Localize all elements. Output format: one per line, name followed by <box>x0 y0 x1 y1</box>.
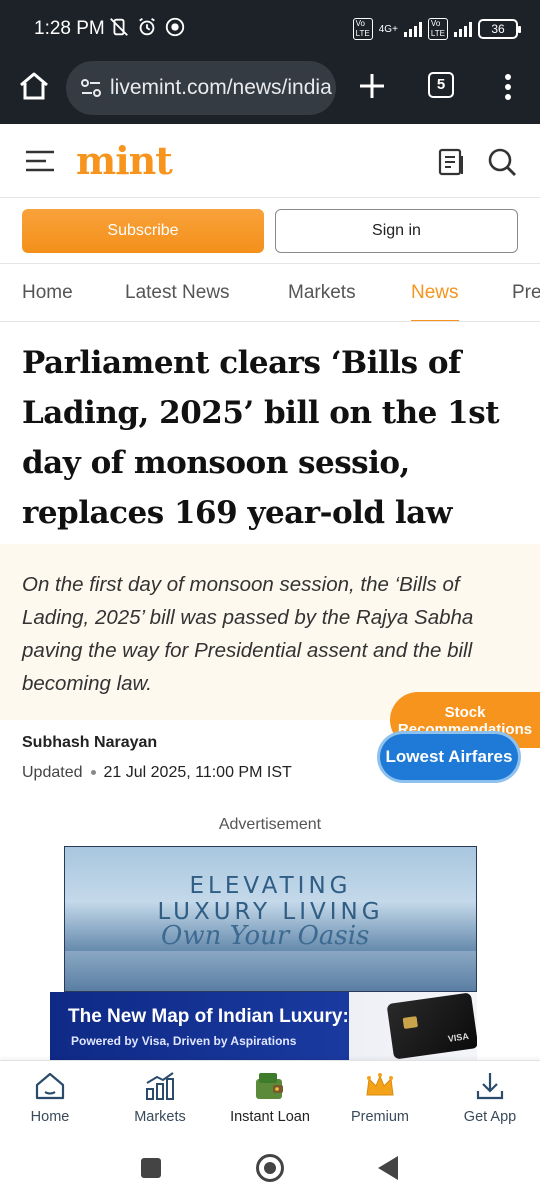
ad-banner[interactable]: ELEVATING LUXURY LIVING Own Your Oasis <box>64 846 477 992</box>
subscribe-row: Subscribe Sign in <box>0 198 540 264</box>
article-headline: Parliament clears ‘Bills of Lading, 2025… <box>22 345 500 531</box>
ad-strip-title: The New Map of Indian Luxury: <box>68 1006 349 1027</box>
updated-date: 21 Jul 2025, 11:00 PM IST <box>103 764 292 781</box>
bottom-nav-premium[interactable]: Premium <box>330 1069 430 1125</box>
network-type: 4G+ <box>378 23 398 35</box>
subscribe-button[interactable]: Subscribe <box>22 209 264 253</box>
bottom-nav: Home Markets Instant Loan Premium Get Ap… <box>0 1060 540 1136</box>
url-text[interactable]: livemint.com/news/india <box>110 76 332 100</box>
bottom-nav-home-label: Home <box>30 1109 70 1125</box>
status-icons <box>108 16 186 38</box>
bottom-nav-instant-loan-label: Instant Loan <box>230 1109 310 1125</box>
author-name[interactable]: Subhash Narayan <box>22 734 157 752</box>
address-bar[interactable]: livemint.com/news/india <box>66 61 336 115</box>
status-time: 1:28 PM <box>34 18 105 39</box>
signal-icon <box>403 21 422 37</box>
ad-label: Advertisement <box>218 816 322 833</box>
ad-strip-banner[interactable]: The New Map of Indian Luxury: Powered by… <box>50 992 477 1060</box>
tab-home[interactable]: Home <box>22 282 73 304</box>
home-outline-icon <box>35 1072 65 1100</box>
system-home-button[interactable] <box>256 1154 284 1182</box>
tab-markets[interactable]: Markets <box>288 282 356 304</box>
hamburger-menu-icon[interactable] <box>26 150 54 172</box>
search-icon[interactable] <box>486 146 518 178</box>
mint-logo[interactable]: mint <box>76 138 173 183</box>
chart-bars-icon <box>146 1072 174 1100</box>
bottom-nav-get-app[interactable]: Get App <box>440 1069 540 1125</box>
stock-label-1: Stock <box>444 704 486 721</box>
vibrate-off-icon <box>110 18 128 36</box>
ad-headline-1: ELEVATING <box>189 873 352 899</box>
sign-in-button[interactable]: Sign in <box>275 209 518 253</box>
bottom-nav-home[interactable]: Home <box>0 1069 100 1125</box>
site-header: mint <box>0 124 540 198</box>
signal-icon-2 <box>454 21 472 37</box>
new-tab-icon[interactable] <box>356 70 388 102</box>
separator-dot <box>90 770 96 776</box>
battery-icon: 36 <box>478 19 521 39</box>
browser-toolbar: livemint.com/news/india 5 <box>0 56 540 124</box>
status-right: Vo LTE 4G+ Vo LTE 36 <box>352 18 521 40</box>
bottom-nav-premium-label: Premium <box>350 1109 409 1125</box>
tab-switcher-button[interactable]: 5 <box>428 72 454 98</box>
bottom-nav-markets-label: Markets <box>134 1109 186 1125</box>
status-bar: 1:28 PM Vo LTE 4G+ Vo LTE 36 <box>0 0 540 56</box>
lowest-airfares-button[interactable]: Lowest Airfares <box>380 734 518 780</box>
bottom-nav-get-app-label: Get App <box>463 1109 517 1125</box>
updated-label: Updated <box>22 764 83 781</box>
volte-icon: Vo LTE <box>352 18 373 40</box>
ad-script-text: Own Your Oasis <box>161 921 370 951</box>
tab-premium[interactable]: Premium <box>512 282 540 304</box>
download-icon <box>476 1073 504 1100</box>
more-menu-icon[interactable] <box>496 72 520 102</box>
credit-card-image: VISA <box>386 992 477 1060</box>
back-button[interactable] <box>378 1156 398 1180</box>
ad-skyline-image <box>65 951 476 991</box>
system-navigation-bar <box>0 1136 540 1200</box>
ad-strip-subtitle: Powered by Visa, Driven by Aspirations <box>71 1034 297 1048</box>
card-chip <box>402 1016 419 1029</box>
site-settings-icon[interactable] <box>80 77 102 99</box>
recents-button[interactable] <box>141 1158 161 1178</box>
wallet-icon <box>256 1073 283 1099</box>
home-icon[interactable] <box>16 68 52 104</box>
crown-icon <box>366 1073 394 1096</box>
updated-line: Updated 21 Jul 2025, 11:00 PM IST <box>22 764 292 782</box>
bottom-nav-instant-loan[interactable]: Instant Loan <box>220 1069 320 1125</box>
visa-logo: VISA <box>447 1031 470 1044</box>
volte-icon-2: Vo LTE <box>427 18 448 40</box>
tab-latest-news[interactable]: Latest News <box>125 282 230 304</box>
whatsapp-icon <box>165 17 185 37</box>
alarm-icon <box>139 17 155 36</box>
section-nav: Home Latest News Markets News Premium <box>0 264 540 322</box>
epaper-icon[interactable] <box>438 148 464 176</box>
article-summary: On the first day of monsoon session, the… <box>22 573 474 695</box>
tab-news[interactable]: News <box>411 282 459 321</box>
bottom-nav-markets[interactable]: Markets <box>110 1069 210 1125</box>
